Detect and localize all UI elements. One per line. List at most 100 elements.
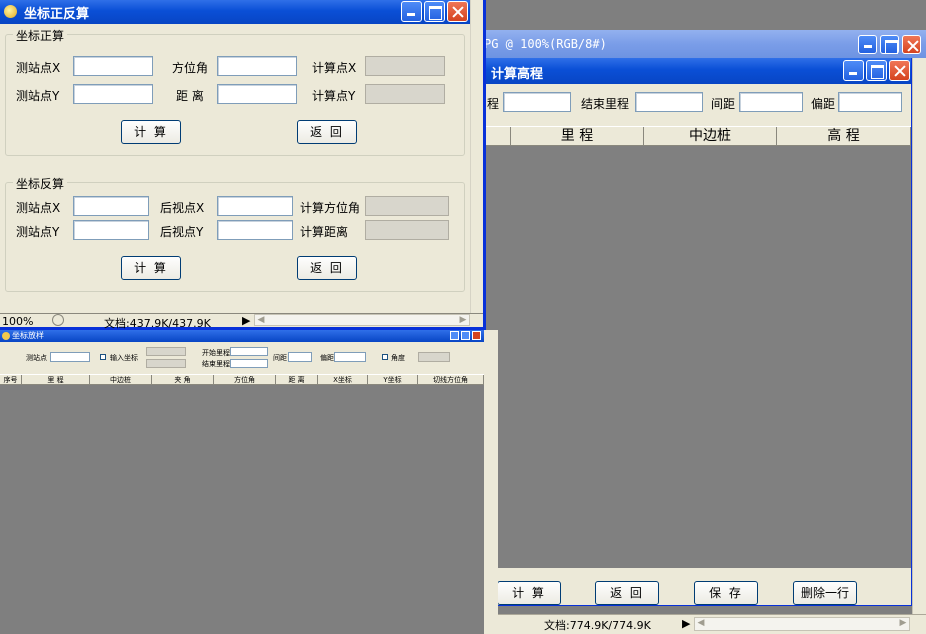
stakeout-col-y: Y坐标	[368, 375, 418, 384]
zoom-nav-icon[interactable]	[52, 314, 64, 326]
angle-checkbox[interactable]	[382, 354, 388, 360]
background-maximize-button[interactable]	[880, 35, 899, 54]
coord-status-play-icon[interactable]: ▶	[242, 314, 250, 327]
stakeout-col-x: X坐标	[318, 375, 368, 384]
azimuth-label: 方位角	[172, 61, 209, 75]
stakeout-window: 坐标放样 测站点 输入坐标 开始里程 结束里程 间距 偏距 角度 序号 里 程 …	[0, 330, 484, 634]
stakeout-col-mileage: 里 程	[22, 375, 90, 384]
coord-window-titlebar: 坐标正反算	[0, 0, 470, 24]
stakeout-window-icon	[2, 332, 10, 340]
stakeout-station-select[interactable]	[50, 352, 90, 362]
stakeout-interval-input[interactable]	[288, 352, 312, 362]
scroll-right-arrow-icon[interactable]: ▶	[897, 618, 909, 630]
coord-maximize-button[interactable]	[424, 1, 445, 22]
stakeout-end-label: 结束里程	[202, 360, 230, 368]
inverse-station-y-input[interactable]	[73, 220, 149, 240]
elevation-calc-button[interactable]: 计 算	[497, 581, 561, 605]
scroll-right-arrow-icon[interactable]: ▶	[457, 315, 469, 325]
inverse-calc-button[interactable]: 计 算	[121, 256, 181, 280]
stakeout-angle-readonly	[418, 352, 450, 362]
forward-station-y-input[interactable]	[73, 84, 153, 104]
azimuth-input[interactable]	[217, 56, 297, 76]
backsight-x-input[interactable]	[217, 196, 293, 216]
elevation-back-button[interactable]: 返 回	[595, 581, 659, 605]
interval-input[interactable]	[739, 92, 803, 112]
start-mileage-input[interactable]	[503, 92, 571, 112]
background-horizontal-scrollbar[interactable]: ◀ ▶	[694, 617, 910, 631]
stakeout-interval-label: 间距	[273, 354, 287, 362]
inverse-group-label: 坐标反算	[13, 175, 68, 192]
close-icon	[903, 36, 920, 53]
stakeout-col-distance: 距 离	[276, 375, 318, 384]
elevation-maximize-button[interactable]	[866, 60, 887, 81]
stakeout-toolbar: 测站点 输入坐标 开始里程 结束里程 间距 偏距 角度	[0, 342, 484, 374]
elevation-save-button[interactable]: 保 存	[694, 581, 758, 605]
stakeout-start-input[interactable]	[230, 347, 268, 356]
background-app-titlebar: PG @ 100%(RGB/8#)	[470, 30, 926, 58]
stakeout-window-border	[484, 330, 498, 634]
minimize-icon	[844, 61, 863, 80]
coord-minimize-button[interactable]	[401, 1, 422, 22]
stakeout-offset-label: 偏距	[320, 354, 334, 362]
elevation-grid-header: 里 程 中边桩 高 程	[481, 126, 911, 146]
zoom-level: 100%	[2, 315, 34, 328]
start-mileage-label: 程	[487, 97, 500, 111]
offset-label: 偏距	[811, 97, 836, 111]
stakeout-offset-input[interactable]	[334, 352, 366, 362]
calc-point-x-output	[365, 56, 445, 76]
stakeout-maximize-button[interactable]	[461, 331, 470, 340]
inverse-station-x-input[interactable]	[73, 196, 149, 216]
column-header-mileage: 里 程	[511, 127, 644, 145]
elevation-delete-row-button[interactable]: 删除一行	[793, 581, 857, 605]
coord-window-icon	[4, 5, 17, 18]
inverse-station-y-label: 测站点Y	[16, 225, 60, 239]
background-doc-size: 文档:774.9K/774.9K	[544, 619, 651, 632]
stakeout-close-button[interactable]	[472, 331, 481, 340]
stakeout-window-title: 坐标放样	[12, 331, 44, 340]
stakeout-end-input[interactable]	[230, 359, 268, 368]
input-coord-checkbox[interactable]	[100, 354, 106, 360]
scroll-left-arrow-icon[interactable]: ◀	[695, 618, 707, 630]
backsight-y-input[interactable]	[217, 220, 293, 240]
forward-station-x-input[interactable]	[73, 56, 153, 76]
background-vertical-scrollbar[interactable]	[912, 58, 926, 634]
end-mileage-input[interactable]	[635, 92, 703, 112]
coord-close-button[interactable]	[447, 1, 468, 22]
forward-calc-button[interactable]: 计 算	[121, 120, 181, 144]
stakeout-col-side-stake: 中边桩	[90, 375, 152, 384]
distance-label: 距 离	[176, 89, 204, 103]
background-statusbar: 文档:774.9K/774.9K ▶ ◀ ▶	[498, 614, 926, 634]
close-icon	[890, 61, 909, 80]
interval-label: 间距	[711, 97, 736, 111]
background-close-button[interactable]	[902, 35, 921, 54]
elevation-close-button[interactable]	[889, 60, 910, 81]
calc-point-y-output	[365, 84, 445, 104]
stakeout-minimize-button[interactable]	[450, 331, 459, 340]
scroll-left-arrow-icon[interactable]: ◀	[255, 315, 267, 325]
inverse-station-x-label: 测站点X	[16, 201, 61, 215]
minimize-icon	[859, 36, 876, 53]
elevation-window-titlebar: 计算高程	[481, 58, 911, 84]
coord-vertical-scrollbar[interactable]	[470, 0, 483, 313]
stakeout-station-label: 测站点	[26, 354, 47, 362]
minimize-icon	[402, 2, 421, 21]
stakeout-col-index: 序号	[0, 375, 22, 384]
calc-distance-label: 计算距离	[300, 225, 349, 239]
elevation-grid[interactable]: 里 程 中边桩 高 程	[481, 126, 911, 568]
distance-input[interactable]	[217, 84, 297, 104]
elevation-minimize-button[interactable]	[843, 60, 864, 81]
forward-station-x-label: 测站点X	[16, 61, 61, 75]
backsight-x-label: 后视点X	[160, 201, 205, 215]
stakeout-col-azimuth: 方位角	[214, 375, 276, 384]
elevation-window-title: 计算高程	[491, 67, 544, 82]
background-status-play-icon[interactable]: ▶	[682, 617, 690, 634]
inverse-back-button[interactable]: 返 回	[297, 256, 357, 280]
stakeout-titlebar: 坐标放样	[0, 330, 484, 342]
offset-input[interactable]	[838, 92, 902, 112]
forward-back-button[interactable]: 返 回	[297, 120, 357, 144]
background-minimize-button[interactable]	[858, 35, 877, 54]
coord-horizontal-scrollbar[interactable]: ◀ ▶	[254, 314, 470, 326]
forward-group-label: 坐标正算	[13, 27, 68, 44]
close-icon	[448, 2, 467, 21]
column-header-elevation: 高 程	[777, 127, 911, 145]
